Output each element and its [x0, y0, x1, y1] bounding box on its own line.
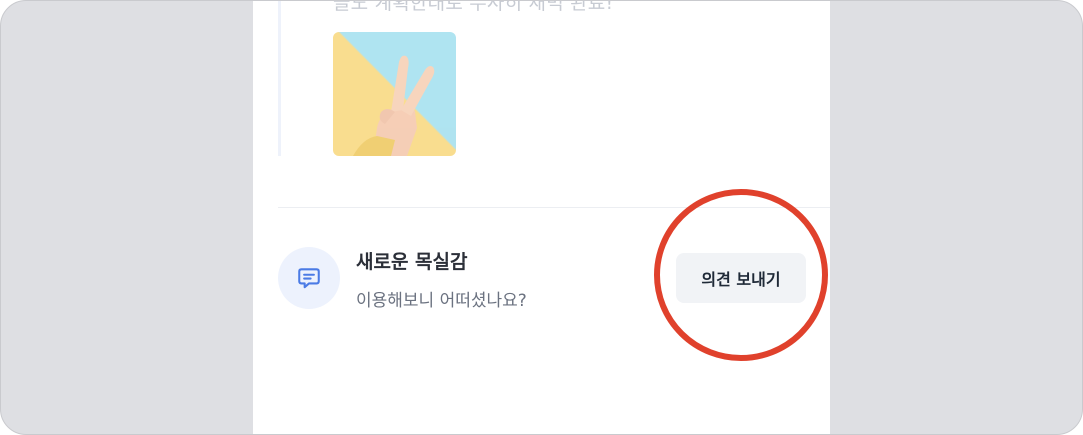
hand-peace-sign-image [333, 32, 456, 156]
post-text-truncated: 늘도 계획한대로 무사히 새벽 완료! [333, 0, 614, 14]
screenshot-frame: 늘도 계획한대로 무사히 새벽 완료! 새로운 목실감 이용해보니 어떠셨나요?… [0, 0, 1083, 435]
feedback-subtitle: 이용해보니 어떠셨나요? [356, 291, 527, 311]
feedback-title: 새로운 목실감 [356, 251, 468, 273]
section-divider [278, 207, 830, 208]
feedback-icon-badge [278, 247, 340, 309]
post-quote-bar [278, 1, 281, 156]
chat-bubble-icon [298, 268, 320, 289]
content-panel: 늘도 계획한대로 무사히 새벽 완료! 새로운 목실감 이용해보니 어떠셨나요?… [253, 0, 830, 434]
send-feedback-button[interactable]: 의견 보내기 [676, 253, 806, 303]
post-photo[interactable] [333, 32, 456, 156]
